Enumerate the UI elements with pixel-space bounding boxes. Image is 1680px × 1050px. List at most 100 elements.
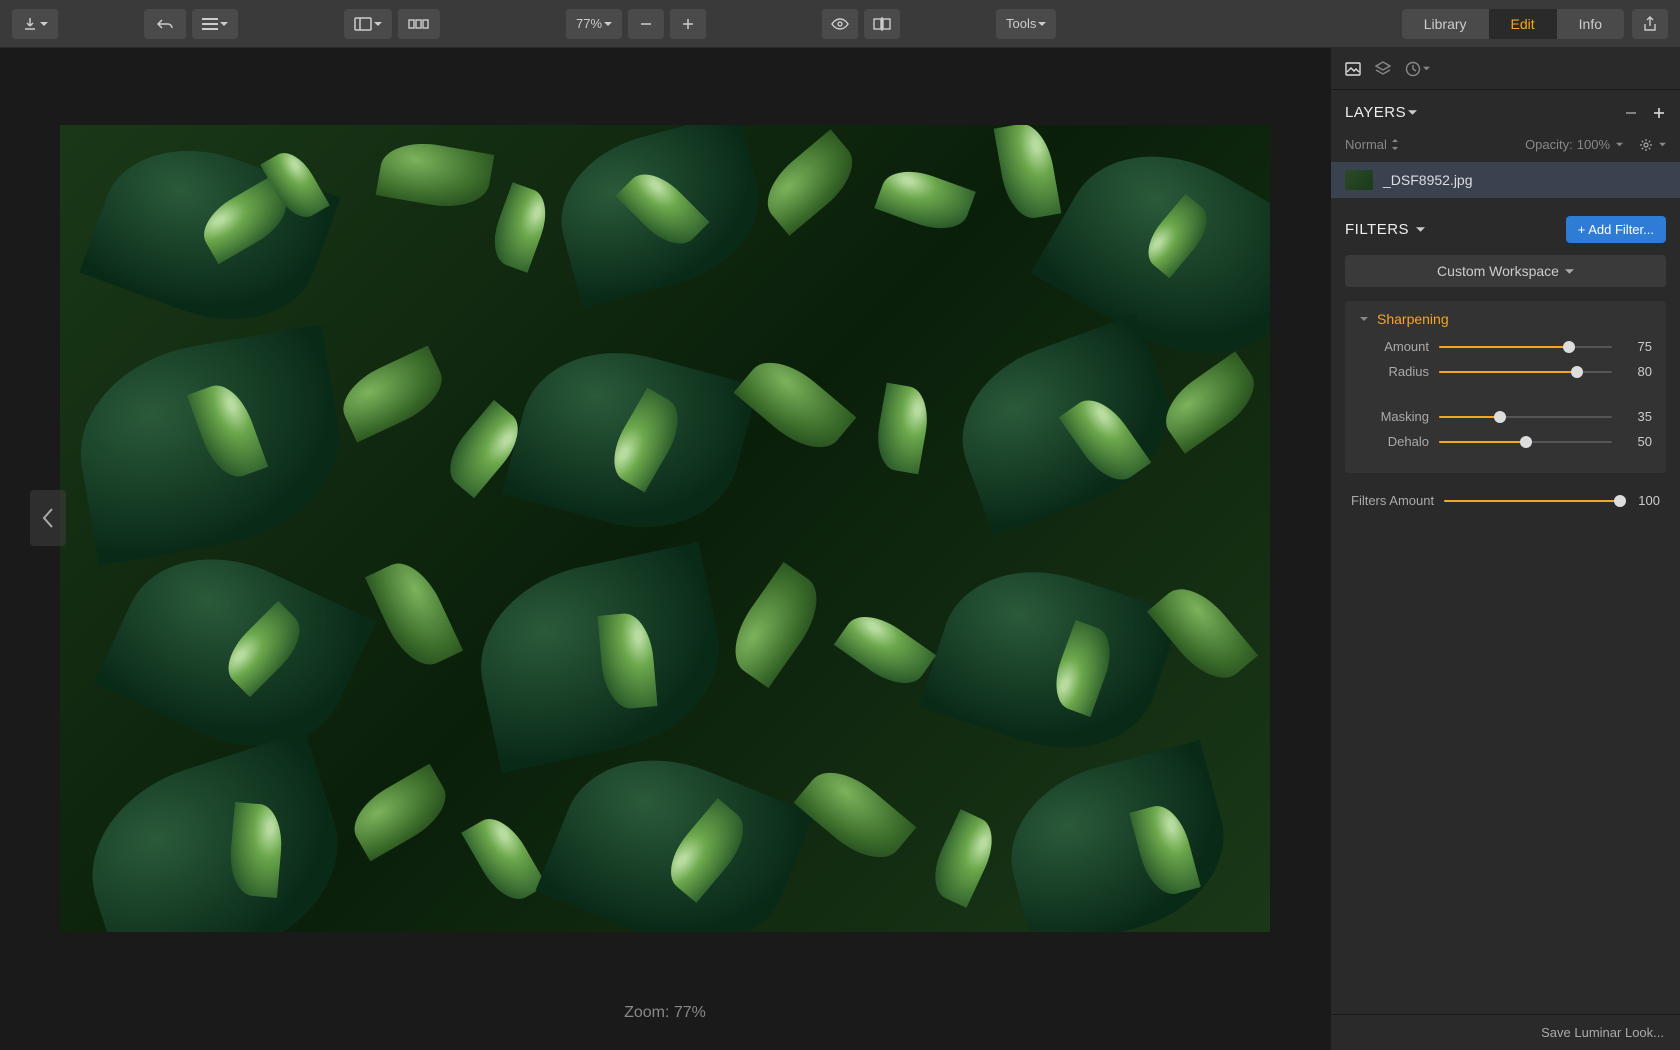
chevron-down-icon	[220, 20, 228, 28]
zoom-level-label: 77%	[576, 16, 602, 31]
chevron-down-icon	[374, 20, 382, 28]
slider-track[interactable]	[1439, 346, 1612, 348]
zoom-out-button[interactable]	[628, 9, 664, 39]
slider-radius: Radius 80	[1359, 364, 1652, 379]
plus-icon	[682, 18, 694, 30]
slider-label: Masking	[1359, 409, 1429, 424]
chevron-left-icon	[41, 507, 55, 529]
chevron-down-icon	[1423, 65, 1430, 72]
layers-tab-icon[interactable]	[1375, 61, 1391, 77]
chevron-down-icon	[1659, 141, 1666, 148]
mode-tabs: Library Edit Info	[1402, 9, 1624, 39]
chevron-down-icon	[1565, 267, 1574, 276]
filmstrip-icon	[408, 19, 430, 29]
slider-value: 35	[1622, 409, 1652, 424]
tab-info[interactable]: Info	[1557, 9, 1624, 39]
layer-settings-button[interactable]	[1639, 138, 1653, 152]
layers-icon	[1375, 61, 1391, 77]
slider-track[interactable]	[1439, 416, 1612, 418]
canvas-area: Zoom: 77%	[0, 48, 1330, 1050]
slider-track[interactable]	[1439, 371, 1612, 373]
histogram-tab-icon[interactable]	[1345, 62, 1361, 76]
chevron-down-icon	[604, 20, 612, 28]
filters-amount-row: Filters Amount 100	[1331, 487, 1680, 518]
layer-thumbnail	[1345, 170, 1373, 190]
layer-controls: Normal Opacity: 100%	[1331, 131, 1680, 162]
layers-title: LAYERS	[1345, 104, 1406, 121]
chevron-down-icon	[1408, 108, 1417, 117]
chevron-down-icon	[1038, 20, 1046, 28]
filmstrip-button[interactable]	[398, 9, 440, 39]
slider-amount: Amount 75	[1359, 339, 1652, 354]
gear-icon	[1639, 138, 1653, 152]
slider-masking: Masking 35	[1359, 409, 1652, 424]
filter-panel-sharpening: Sharpening Amount 75 Radius 80	[1345, 301, 1666, 473]
undo-icon	[156, 17, 174, 31]
plus-icon	[1652, 106, 1666, 120]
download-icon	[22, 16, 38, 32]
slider-label: Amount	[1359, 339, 1429, 354]
opacity-label: Opacity:	[1525, 137, 1573, 152]
tab-edit[interactable]: Edit	[1489, 9, 1557, 39]
previous-image-button[interactable]	[30, 490, 66, 546]
tab-library[interactable]: Library	[1402, 9, 1489, 39]
canvas-viewport[interactable]	[0, 48, 1330, 988]
slider-label: Radius	[1359, 364, 1429, 379]
sidebar-tabs	[1331, 48, 1680, 90]
workspace-label: Custom Workspace	[1437, 263, 1559, 279]
chevron-down-icon	[1616, 141, 1623, 148]
undo-button[interactable]	[144, 9, 186, 39]
sidebar-icon	[354, 17, 372, 31]
top-toolbar: 77% Tools Library Edit Info	[0, 0, 1680, 48]
zoom-level-dropdown[interactable]: 77%	[566, 9, 622, 39]
list-view-button[interactable]	[192, 9, 238, 39]
export-button[interactable]	[12, 9, 58, 39]
filters-amount-slider[interactable]	[1444, 500, 1620, 502]
share-button[interactable]	[1632, 9, 1668, 39]
share-icon	[1643, 16, 1657, 32]
zoom-in-button[interactable]	[670, 9, 706, 39]
updown-icon	[1391, 139, 1399, 150]
layer-name-label: _DSF8952.jpg	[1383, 172, 1473, 188]
add-layer-button[interactable]	[1652, 106, 1666, 120]
slider-label: Dehalo	[1359, 434, 1429, 449]
minus-icon	[640, 18, 652, 30]
filter-disclosure-button[interactable]	[1359, 314, 1369, 324]
minus-icon	[1624, 106, 1638, 120]
zoom-status-label: Zoom: 77%	[0, 988, 1330, 1050]
compare-icon	[873, 17, 891, 31]
blend-mode-label: Normal	[1345, 137, 1387, 152]
remove-layer-button[interactable]	[1624, 106, 1638, 120]
chevron-down-icon	[1416, 225, 1425, 234]
preview-button[interactable]	[822, 9, 858, 39]
slider-value: 80	[1622, 364, 1652, 379]
triangle-down-icon	[1359, 314, 1369, 324]
sidebar-toggle-button[interactable]	[344, 9, 392, 39]
image-icon	[1345, 62, 1361, 76]
filters-amount-value: 100	[1630, 493, 1660, 508]
workspace-dropdown[interactable]: Custom Workspace	[1345, 255, 1666, 287]
slider-value: 75	[1622, 339, 1652, 354]
history-tab-icon[interactable]	[1405, 61, 1430, 77]
eye-icon	[831, 18, 849, 30]
filter-title-label[interactable]: Sharpening	[1377, 311, 1449, 327]
compare-button[interactable]	[864, 9, 900, 39]
main-area: Zoom: 77% LAYERS	[0, 48, 1680, 1050]
filters-panel-header: FILTERS + Add Filter...	[1331, 198, 1680, 255]
tools-dropdown[interactable]: Tools	[996, 9, 1056, 39]
layer-item[interactable]: _DSF8952.jpg	[1331, 162, 1680, 198]
list-icon	[202, 18, 218, 30]
slider-track[interactable]	[1439, 441, 1612, 443]
tools-label: Tools	[1006, 16, 1036, 31]
filters-amount-label: Filters Amount	[1351, 493, 1434, 508]
blend-mode-dropdown[interactable]: Normal	[1345, 137, 1399, 152]
layers-panel-header[interactable]: LAYERS	[1331, 90, 1680, 131]
save-look-button[interactable]: Save Luminar Look...	[1331, 1014, 1680, 1050]
slider-dehalo: Dehalo 50	[1359, 434, 1652, 449]
opacity-value[interactable]: 100%	[1577, 137, 1610, 152]
image-preview[interactable]	[60, 125, 1270, 932]
slider-value: 50	[1622, 434, 1652, 449]
clock-icon	[1405, 61, 1421, 77]
filters-title[interactable]: FILTERS	[1345, 221, 1425, 238]
add-filter-button[interactable]: + Add Filter...	[1566, 216, 1666, 243]
